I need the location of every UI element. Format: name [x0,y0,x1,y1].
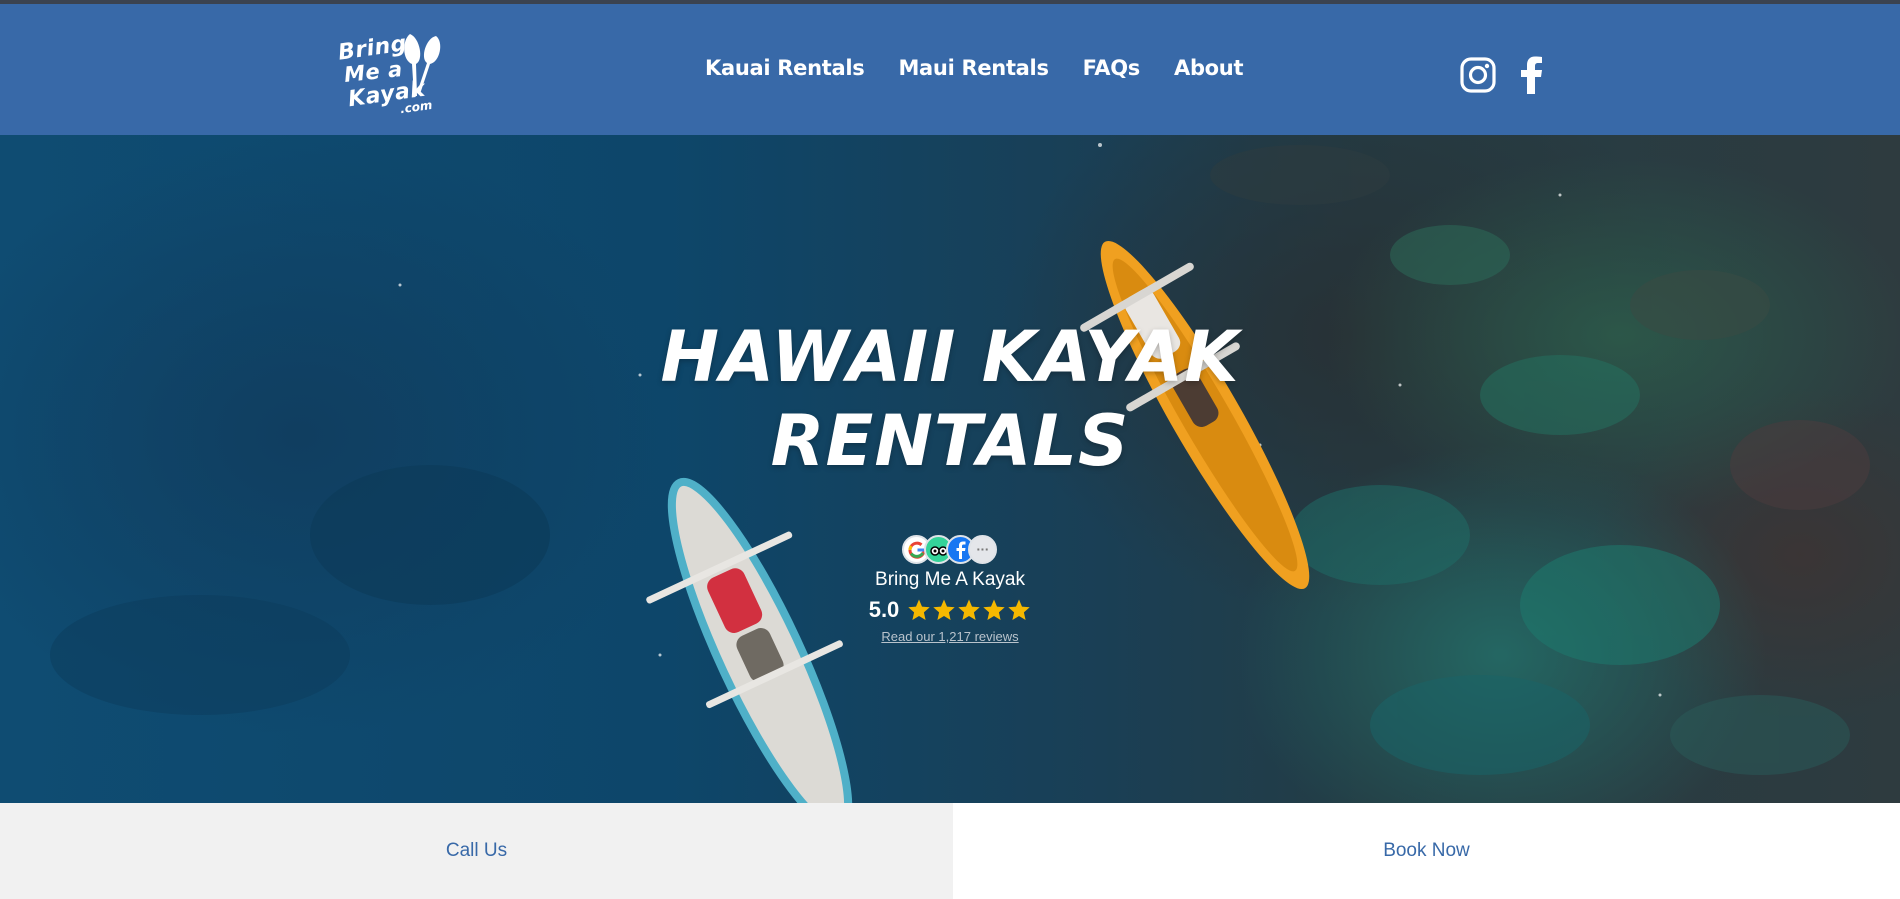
review-source-icons: ··· [900,535,1000,565]
review-widget[interactable]: ··· Bring Me A Kayak 5.0 Read our 1,217 … [850,535,1050,644]
instagram-icon[interactable] [1460,57,1496,97]
call-us-label: Call Us [445,840,508,861]
action-bar: Call Us Book Now [0,803,1900,899]
site-logo[interactable]: Bring Me a Kayak .com [334,28,450,117]
star-rating [907,598,1031,622]
nav-faqs[interactable]: FAQs [1083,56,1141,80]
review-score: 5.0 [868,597,900,622]
logo-text-suffix: .com [399,97,434,117]
review-business-name: Bring Me A Kayak [875,569,1025,590]
book-now-button[interactable]: Book Now [953,803,1900,899]
hero-title: HAWAII KAYAK RENTALS [0,315,1900,483]
nav-maui-rentals[interactable]: Maui Rentals [898,56,1049,80]
star-icon [983,599,1005,620]
star-icon [908,599,930,620]
paddles-icon [404,34,441,96]
main-nav: Kauai Rentals Maui Rentals FAQs About [705,56,1277,80]
star-icon [958,599,980,620]
star-icon [1008,599,1030,620]
review-rating: 5.0 [850,597,1050,623]
hero-title-line1: HAWAII KAYAK [660,316,1240,398]
star-icon [933,599,955,620]
read-reviews-link[interactable]: Read our 1,217 reviews [850,629,1050,644]
nav-about[interactable]: About [1174,56,1244,80]
nav-kauai-rentals[interactable]: Kauai Rentals [705,56,865,80]
site-header: Bring Me a Kayak .com Kauai Rentals Maui… [0,4,1900,135]
facebook-icon[interactable] [1520,56,1544,98]
social-links [1460,56,1544,98]
more-icon: ··· [968,535,997,564]
call-us-button[interactable]: Call Us [0,803,953,899]
hero-title-line2: RENTALS [770,400,1130,482]
hero-section: HAWAII KAYAK RENTALS ··· Bring Me A Kaya… [0,135,1900,803]
book-now-label: Book Now [1383,840,1470,861]
